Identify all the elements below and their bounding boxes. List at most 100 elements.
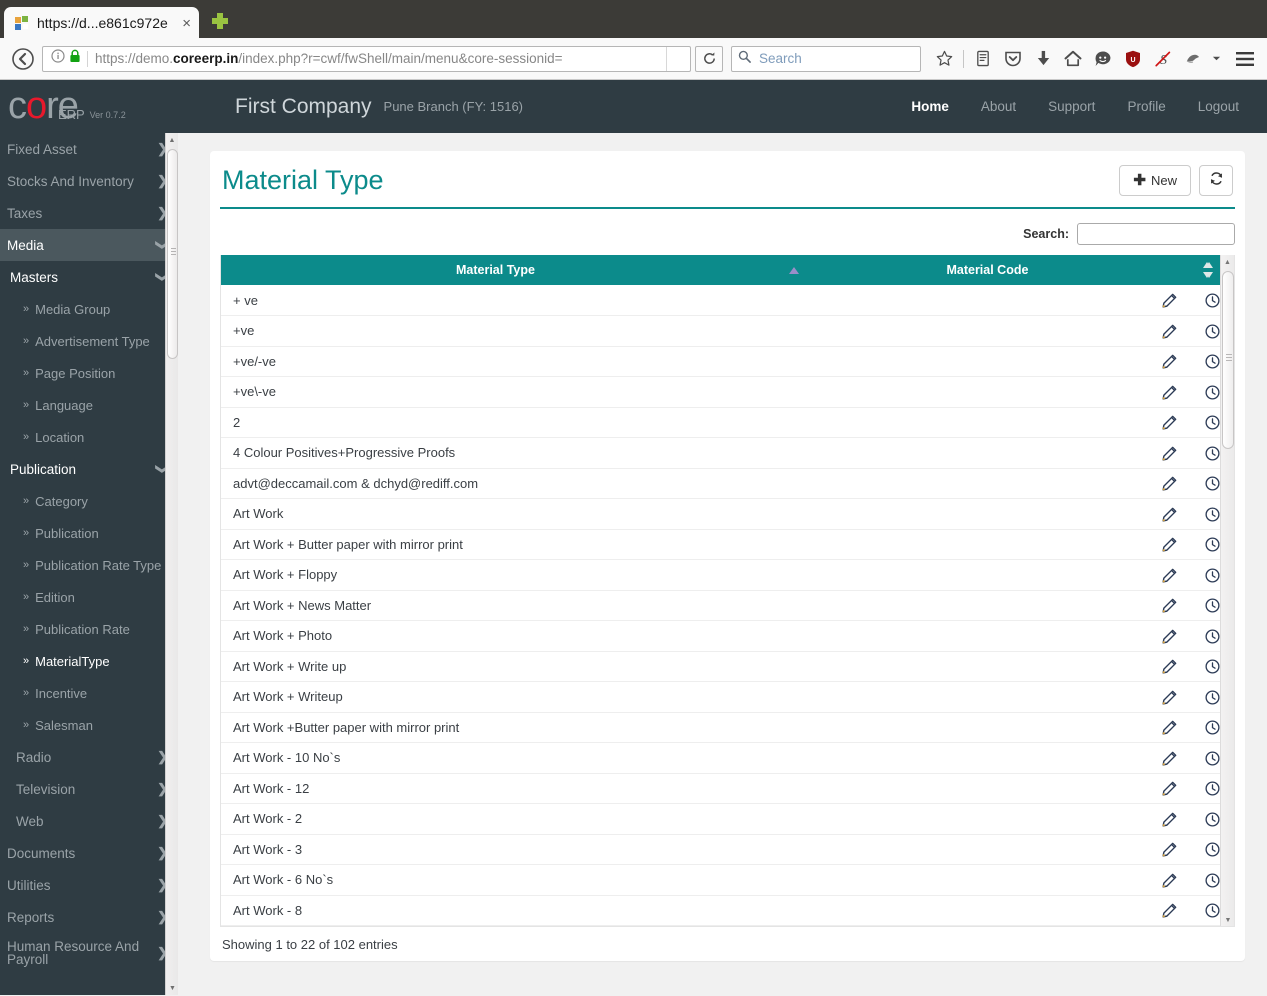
sidebar-item-publication-rate[interactable]: » Publication Rate	[0, 613, 178, 645]
column-header-material-type-sort[interactable]	[769, 255, 833, 285]
edit-icon[interactable]	[1148, 803, 1190, 835]
page-info-icon[interactable]	[51, 49, 65, 68]
sidebar-item-human-resource-and-payroll[interactable]: Human Resource And Payroll ❯	[0, 933, 178, 973]
scroll-up-arrow-icon[interactable]: ▲	[1221, 255, 1234, 269]
table-row[interactable]: Art Work - 10 No`s	[221, 742, 1234, 774]
sidebar-item-fixed-asset[interactable]: Fixed Asset ❯	[0, 133, 178, 165]
nav-item-about[interactable]: About	[965, 80, 1032, 133]
new-tab-button[interactable]	[205, 6, 235, 36]
sidebar-item-media[interactable]: Media ❯	[0, 229, 178, 261]
edit-icon[interactable]	[1148, 681, 1190, 713]
sidebar-item-location[interactable]: » Location	[0, 421, 178, 453]
table-scrollbar-thumb[interactable]	[1222, 271, 1234, 449]
table-row[interactable]: Art Work - 12	[221, 773, 1234, 804]
sidebar-group-masters[interactable]: Masters ❯	[0, 261, 178, 293]
edit-icon[interactable]	[1148, 773, 1190, 804]
chat-bubble-icon[interactable]	[1089, 45, 1117, 73]
table-row[interactable]: Art Work + Write up	[221, 651, 1234, 682]
edit-icon[interactable]	[1148, 712, 1190, 743]
table-row[interactable]: Art Work + Writeup	[221, 681, 1234, 713]
sidebar-item-publication-rate-type[interactable]: » Publication Rate Type	[0, 549, 178, 581]
table-row[interactable]: advt@deccamail.com & dchyd@rediff.com	[221, 468, 1234, 499]
datatable-search-input[interactable]	[1077, 223, 1235, 245]
table-row[interactable]: Art Work	[221, 498, 1234, 530]
edit-icon[interactable]	[1148, 925, 1190, 926]
table-scrollbar[interactable]: ▲ ▼	[1220, 255, 1234, 926]
browser-tab[interactable]: https://d...e861c972e ×	[4, 7, 199, 39]
edit-icon[interactable]	[1148, 468, 1190, 499]
table-row[interactable]: Art Work - 6 No`s	[221, 864, 1234, 896]
sidebar-item-utilities[interactable]: Utilities ❯	[0, 869, 178, 901]
table-row[interactable]: + ve	[221, 285, 1234, 316]
table-row[interactable]: Art Work - 8	[221, 895, 1234, 926]
edit-icon[interactable]	[1148, 376, 1190, 408]
nav-item-profile[interactable]: Profile	[1111, 80, 1181, 133]
sidebar-item-reports[interactable]: Reports ❯	[0, 901, 178, 933]
column-header-material-code[interactable]: Material Code	[832, 255, 1143, 285]
table-row[interactable]: +ve\-ve	[221, 376, 1234, 408]
table-row[interactable]: Art Work + Butter paper with mirror prin…	[221, 529, 1234, 560]
table-row[interactable]: Art Work - 3	[221, 834, 1234, 865]
edit-icon[interactable]	[1148, 620, 1190, 652]
back-arrow-icon[interactable]	[6, 44, 40, 74]
sidebar-item-edition[interactable]: » Edition	[0, 581, 178, 613]
sidebar-item-stocks-and-inventory[interactable]: Stocks And Inventory ❯	[0, 165, 178, 197]
edit-icon[interactable]	[1148, 407, 1190, 438]
sidebar-item-advertisement-type[interactable]: » Advertisement Type	[0, 325, 178, 357]
sidebar-item-category[interactable]: » Category	[0, 485, 178, 517]
sidebar-item-publication[interactable]: » Publication	[0, 517, 178, 549]
sidebar-item-web[interactable]: Web ❯	[0, 805, 178, 837]
download-arrow-icon[interactable]	[1029, 45, 1057, 73]
edit-icon[interactable]	[1148, 285, 1190, 316]
reload-icon[interactable]	[695, 45, 723, 72]
sidebar-item-documents[interactable]: Documents ❯	[0, 837, 178, 869]
new-button[interactable]: ✚ New	[1119, 164, 1191, 196]
sidebar-item-media-group[interactable]: » Media Group	[0, 293, 178, 325]
sidebar-group-publication[interactable]: Publication ❯	[0, 453, 178, 485]
edit-icon[interactable]	[1148, 559, 1190, 591]
sidebar-scrollbar-thumb[interactable]	[167, 149, 178, 359]
edit-icon[interactable]	[1148, 529, 1190, 560]
edit-icon[interactable]	[1148, 498, 1190, 530]
edit-icon[interactable]	[1148, 834, 1190, 865]
sidebar-scrollbar[interactable]: ▲ ▼	[165, 133, 178, 995]
sidebar-item-taxes[interactable]: Taxes ❯	[0, 197, 178, 229]
url-history-dropdown[interactable]	[666, 46, 688, 71]
browser-search-input[interactable]	[757, 50, 938, 67]
home-icon[interactable]	[1059, 45, 1087, 73]
column-header-material-type[interactable]: Material Type	[221, 255, 770, 285]
close-icon[interactable]: ×	[182, 16, 191, 31]
refresh-button[interactable]	[1199, 164, 1233, 196]
table-row[interactable]: Art Work - 2	[221, 803, 1234, 835]
table-row[interactable]: +ve	[221, 315, 1234, 347]
hamburger-menu-icon[interactable]	[1230, 45, 1260, 73]
sidebar-item-salesman[interactable]: » Salesman	[0, 709, 178, 741]
pocket-shield-icon[interactable]	[999, 45, 1027, 73]
scroll-up-arrow-icon[interactable]: ▲	[166, 133, 178, 147]
sidebar-item-radio[interactable]: Radio ❯	[0, 741, 178, 773]
table-row[interactable]: Art Work + Floppy	[221, 559, 1234, 591]
scroll-down-arrow-icon[interactable]: ▼	[1221, 913, 1234, 926]
edit-icon[interactable]	[1148, 315, 1190, 347]
noscript-icon[interactable]: S	[1149, 45, 1177, 73]
url-bar[interactable]: https://demo.coreerp.in/index.php?r=cwf/…	[42, 45, 691, 72]
table-row[interactable]: Art Work - 9 Copy	[221, 925, 1234, 926]
nav-item-home[interactable]: Home	[895, 80, 965, 133]
table-row[interactable]: Art Work +Butter paper with mirror print	[221, 712, 1234, 743]
nav-item-logout[interactable]: Logout	[1182, 80, 1255, 133]
scroll-down-arrow-icon[interactable]: ▼	[166, 981, 178, 995]
table-row[interactable]: Art Work + News Matter	[221, 590, 1234, 621]
edit-icon[interactable]	[1148, 651, 1190, 682]
reader-view-icon[interactable]	[969, 45, 997, 73]
column-header-material-code-sort[interactable]	[1142, 255, 1232, 285]
ublock-origin-icon[interactable]: U	[1119, 45, 1147, 73]
sidebar-item-materialtype[interactable]: » MaterialType	[0, 645, 178, 677]
coreerp-logo[interactable]: core ERP Ver 0.7.2	[8, 87, 213, 125]
edit-icon[interactable]	[1148, 590, 1190, 621]
edit-icon[interactable]	[1148, 864, 1190, 896]
edit-icon[interactable]	[1148, 437, 1190, 469]
sidebar-item-page-position[interactable]: » Page Position	[0, 357, 178, 389]
table-row[interactable]: 2	[221, 407, 1234, 438]
sidebar-item-television[interactable]: Television ❯	[0, 773, 178, 805]
table-row[interactable]: Art Work + Photo	[221, 620, 1234, 652]
